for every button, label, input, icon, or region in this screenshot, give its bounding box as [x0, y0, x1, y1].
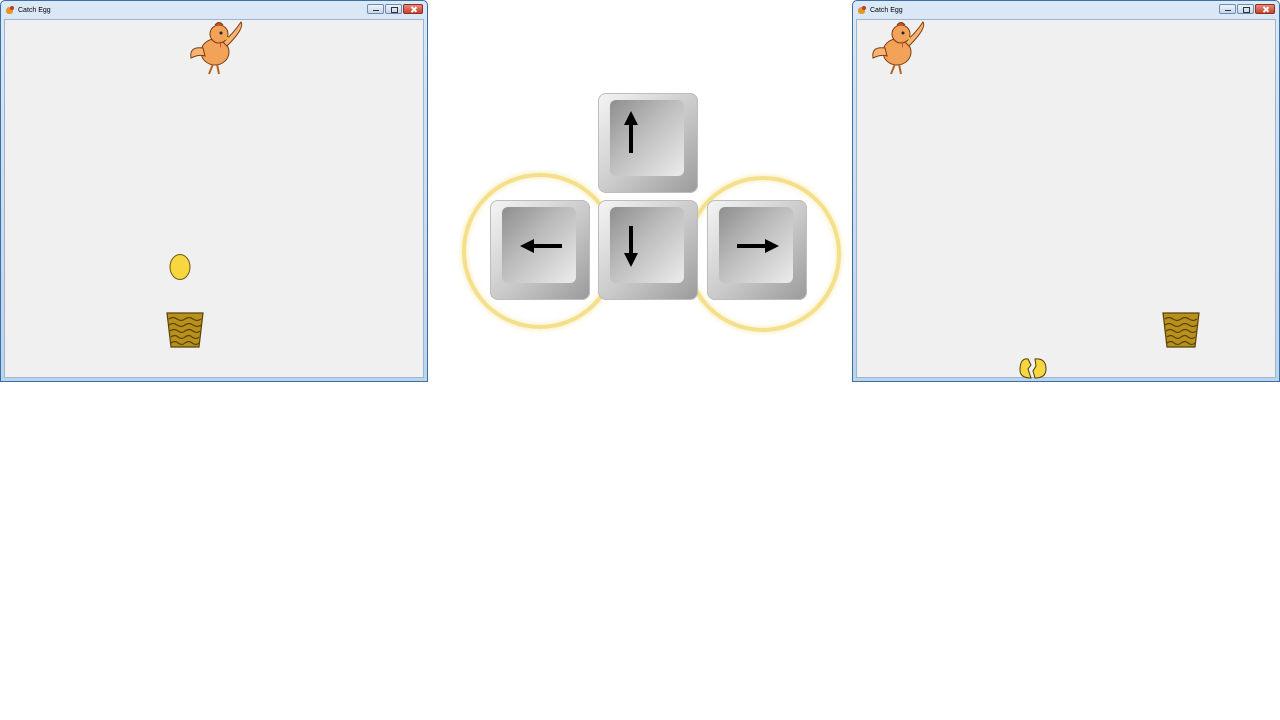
game-window-right: Catch Egg: [852, 0, 1280, 382]
game-window-left: Catch Egg: [0, 0, 428, 382]
window-title: Catch Egg: [18, 6, 51, 14]
game-canvas[interactable]: [856, 19, 1276, 379]
up-arrow-key[interactable]: [598, 93, 698, 193]
arrow-up-icon: [624, 111, 638, 153]
window-title: Catch Egg: [870, 6, 903, 14]
hen-sprite: [190, 21, 243, 75]
left-arrow-key[interactable]: [490, 200, 590, 300]
arrow-down-icon: [624, 226, 638, 267]
basket-sprite: [1162, 312, 1200, 348]
arrow-left-icon: [520, 239, 562, 253]
egg-sprite: [169, 254, 191, 280]
title-bar[interactable]: Catch Egg: [1, 1, 427, 19]
hen-sprite: [872, 21, 925, 75]
arrow-right-icon: [737, 239, 779, 253]
game-canvas[interactable]: [4, 19, 424, 378]
app-icon: [858, 5, 867, 15]
right-arrow-key[interactable]: [707, 200, 807, 300]
close-button[interactable]: [403, 4, 423, 14]
basket-sprite: [166, 312, 204, 348]
app-icon: [6, 5, 15, 15]
maximize-button[interactable]: [385, 4, 402, 14]
down-arrow-key[interactable]: [598, 200, 698, 300]
maximize-button[interactable]: [1237, 4, 1254, 14]
close-button[interactable]: [1255, 4, 1275, 14]
minimize-button[interactable]: [367, 4, 384, 14]
title-bar[interactable]: Catch Egg: [853, 1, 1279, 19]
broken-egg-sprite: [1019, 358, 1047, 379]
minimize-button[interactable]: [1219, 4, 1236, 14]
